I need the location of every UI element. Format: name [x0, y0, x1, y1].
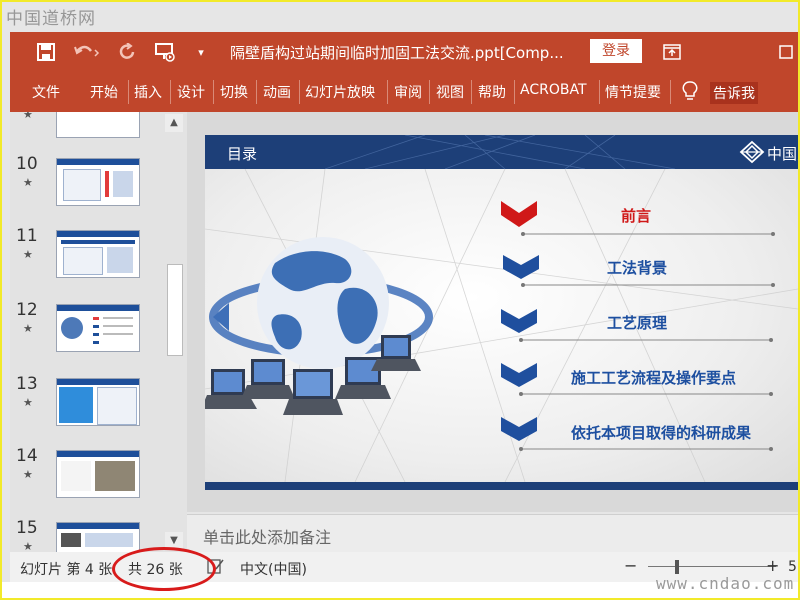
slide-number: 13: [16, 374, 38, 394]
chevron-icon: [503, 255, 539, 279]
tab-insert[interactable]: 插入: [134, 82, 162, 102]
slide-thumbnail-pane: ★ 10 ★ 11 ★ 12 ★ 13 ★ 14 ★ 15 ★ ▲ ▼: [10, 112, 187, 552]
redo-icon[interactable]: [116, 40, 140, 64]
title-bar: ▾ 隔壁盾构过站期间临时加固工法交流.ppt[Comp... 登录: [10, 32, 798, 72]
slide-thumbnail[interactable]: [56, 112, 140, 138]
header-network-pattern: [324, 135, 676, 169]
current-slide[interactable]: 目录 中国交: [205, 135, 798, 490]
scrollbar-thumb[interactable]: [167, 264, 183, 356]
lightbulb-icon[interactable]: [682, 80, 698, 106]
toc-item-results[interactable]: 依托本项目取得的科研成果: [571, 422, 751, 443]
toc-item-principle[interactable]: 工艺原理: [607, 312, 667, 333]
animation-star-icon: ★: [23, 396, 33, 409]
animation-star-icon: ★: [23, 540, 33, 552]
tab-separator: [256, 80, 257, 104]
tab-slideshow[interactable]: 幻灯片放映: [305, 82, 375, 102]
chevron-icon: [501, 417, 537, 441]
watermark-top: 中国道桥网: [6, 9, 96, 29]
logo-text: 中国交: [767, 145, 798, 163]
tab-separator: [387, 80, 388, 104]
maximize-icon[interactable]: [774, 40, 798, 64]
document-title: 隔壁盾构过站期间临时加固工法交流.ppt[Comp...: [230, 44, 564, 62]
slide-thumbnail[interactable]: [56, 230, 140, 278]
slide-thumbnail[interactable]: [56, 450, 140, 498]
tab-transitions[interactable]: 切换: [220, 82, 248, 102]
undo-icon[interactable]: [70, 40, 104, 64]
tab-separator: [471, 80, 472, 104]
active-chevron-icon: [501, 201, 537, 227]
scroll-up-icon[interactable]: ▲: [165, 114, 183, 132]
chevron-icon: [501, 309, 537, 333]
highlight-circle-annotation: [112, 547, 216, 591]
tab-separator: [670, 80, 671, 104]
login-button[interactable]: 登录: [590, 39, 642, 63]
animation-star-icon: ★: [23, 468, 33, 481]
animation-star-icon: ★: [23, 248, 33, 261]
tab-home[interactable]: 开始: [90, 82, 118, 102]
language-indicator[interactable]: 中文(中国): [240, 559, 307, 579]
tab-acrobat[interactable]: ACROBAT: [520, 82, 587, 98]
tab-separator: [128, 80, 129, 104]
thumbnail-scrollbar[interactable]: ▲ ▼: [163, 112, 185, 552]
tab-separator: [299, 80, 300, 104]
slide-thumbnail[interactable]: [56, 378, 140, 426]
zoom-level[interactable]: 5: [788, 559, 797, 575]
tab-view[interactable]: 视图: [436, 82, 464, 102]
slide-editor: 目录 中国交: [187, 112, 798, 512]
notes-placeholder[interactable]: 单击此处添加备注: [203, 524, 331, 548]
slide-number: 15: [16, 518, 38, 538]
tab-file[interactable]: 文件: [32, 82, 60, 102]
tab-storyboard[interactable]: 情节提要: [605, 82, 661, 102]
slide-content: 前言 工法背景 工艺原理 施工工艺流程及操作要点 依托本项目取得的科研成果: [205, 169, 798, 490]
tab-review[interactable]: 审阅: [394, 82, 422, 102]
tell-me-search[interactable]: 告诉我: [710, 82, 758, 104]
tab-separator: [170, 80, 171, 104]
slide-number: 12: [16, 300, 38, 320]
tab-animations[interactable]: 动画: [263, 82, 291, 102]
zoom-in-button[interactable]: +: [766, 556, 779, 575]
slideshow-from-start-icon[interactable]: [152, 40, 178, 64]
slide-header-bar: 目录 中国交: [205, 135, 798, 169]
company-logo-icon: [739, 140, 765, 164]
slide-thumbnail[interactable]: [56, 158, 140, 206]
slide-position: 幻灯片 第 4 张: [20, 562, 113, 578]
screenshot-frame: 中国道桥网 ▾ 隔壁盾构过站期间临时加固工法交流.ppt[Comp... 登录 …: [0, 0, 800, 600]
tab-separator: [429, 80, 430, 104]
slide-footer-bar: [205, 482, 798, 490]
tab-design[interactable]: 设计: [177, 82, 205, 102]
tab-separator: [514, 80, 515, 104]
zoom-slider-knob[interactable]: [675, 560, 679, 574]
tab-separator: [213, 80, 214, 104]
tab-help[interactable]: 帮助: [478, 82, 506, 102]
globe-laptops-illustration: [205, 237, 433, 415]
save-icon[interactable]: [34, 40, 58, 64]
ribbon-display-options-icon[interactable]: [660, 40, 684, 64]
toc-item-process[interactable]: 施工工艺流程及操作要点: [571, 367, 736, 388]
tab-separator: [599, 80, 600, 104]
ribbon-tabs: 文件 开始 插入 设计 切换 动画 幻灯片放映 审阅 视图 帮助 ACROBAT…: [10, 72, 798, 112]
notes-pane[interactable]: 单击此处添加备注: [187, 514, 798, 553]
animation-star-icon: ★: [23, 112, 33, 121]
slide-number: 11: [16, 226, 38, 246]
animation-star-icon: ★: [23, 176, 33, 189]
slide-thumbnail[interactable]: [56, 522, 140, 552]
chevron-icon: [501, 363, 537, 387]
toc-item-background[interactable]: 工法背景: [607, 257, 667, 278]
slide-thumbnail[interactable]: [56, 304, 140, 352]
slide-title: 目录: [227, 145, 258, 163]
animation-star-icon: ★: [23, 322, 33, 335]
slide-number: 10: [16, 154, 38, 174]
toc-item-preface[interactable]: 前言: [621, 205, 651, 226]
slide-number: 14: [16, 446, 38, 466]
watermark-bottom: www.cndao.com: [656, 574, 795, 593]
zoom-out-button[interactable]: −: [624, 556, 637, 575]
zoom-slider[interactable]: [648, 566, 776, 567]
customize-quick-access-icon[interactable]: ▾: [194, 40, 208, 64]
